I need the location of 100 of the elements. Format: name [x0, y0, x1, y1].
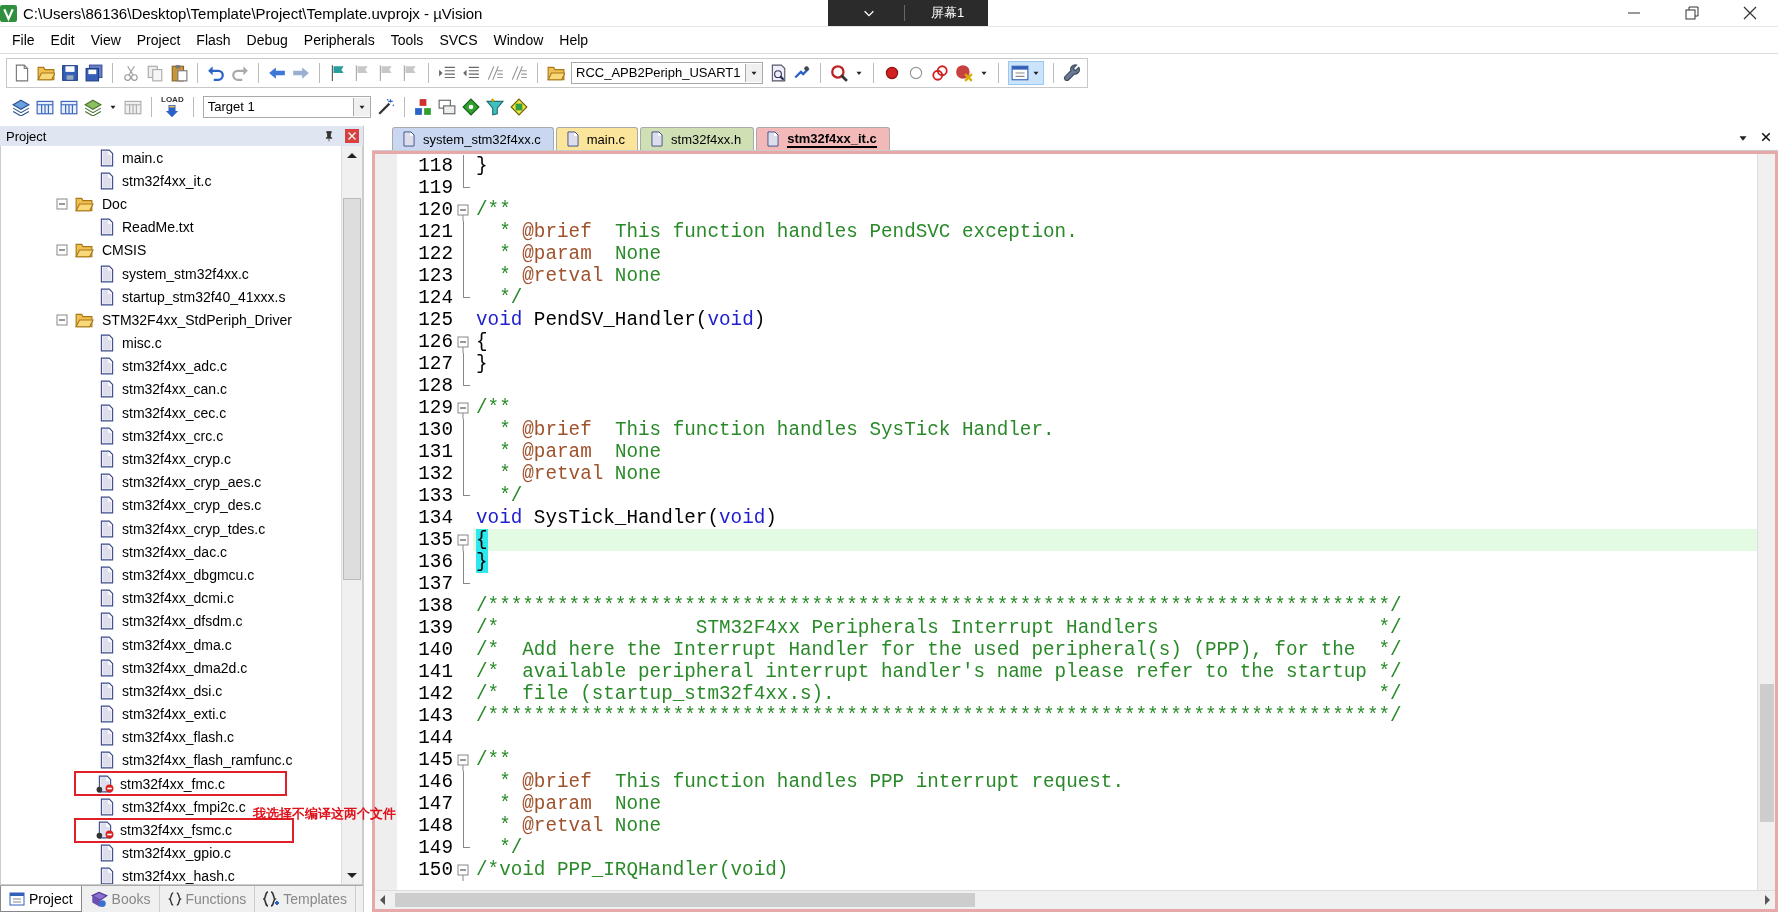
menu-item[interactable]: SVCS [431, 32, 486, 48]
menu-item[interactable]: Tools [382, 32, 432, 48]
file-icon [401, 131, 417, 147]
file-icon [98, 519, 116, 538]
file-tab[interactable]: system_stm32f4xx.c [392, 127, 554, 150]
tree-item[interactable]: stm32f4xx_cec.c [122, 404, 227, 421]
vertical-scrollbar[interactable] [1757, 154, 1775, 890]
panel-tab[interactable]: Project [0, 886, 82, 912]
line-number: 129 [417, 397, 453, 419]
uncomment-icon[interactable] [510, 63, 528, 82]
code-line: * @param None [498, 243, 663, 265]
funnel-icon[interactable] [485, 97, 504, 116]
line-number: 146 [417, 771, 453, 793]
tree-item[interactable]: stm32f4xx_hash.c [122, 868, 235, 884]
paste-icon[interactable] [170, 63, 188, 82]
comment-icon[interactable] [486, 63, 504, 82]
tree-item[interactable]: stm32f4xx_cryp_des.c [122, 497, 262, 514]
menu-item[interactable]: Window [485, 32, 552, 48]
restore-icon[interactable] [1684, 5, 1700, 21]
tree-item[interactable]: Doc [102, 195, 127, 212]
magic-wand-icon[interactable] [376, 97, 395, 116]
tree-item[interactable]: stm32f4xx_crc.c [122, 427, 224, 444]
download-button[interactable]: LOAD [161, 95, 184, 118]
menu-item[interactable]: Help [551, 32, 597, 48]
tree-item[interactable]: stm32f4xx_dsi.c [122, 682, 223, 699]
diamond-icon[interactable] [461, 97, 480, 116]
braces-icon [167, 891, 182, 907]
tree-item[interactable]: CMSIS [102, 242, 147, 259]
tree-item[interactable]: misc.c [122, 335, 162, 352]
close-icon[interactable] [1760, 131, 1772, 143]
file-tab[interactable]: stm32f4xx.h [640, 127, 755, 150]
code-line: /** [475, 749, 512, 771]
collapse-toggle-icon[interactable] [56, 197, 68, 210]
menu-item[interactable]: Edit [42, 32, 83, 48]
file-icon [98, 844, 116, 863]
menu-item[interactable]: View [82, 32, 129, 48]
undo-icon[interactable] [207, 63, 225, 82]
line-number: 120 [417, 199, 453, 221]
new-file-icon[interactable] [13, 63, 31, 82]
tree-item[interactable]: main.c [122, 149, 164, 166]
menu-item[interactable]: Project [128, 32, 189, 48]
template-braces-icon [263, 891, 280, 907]
file-tab[interactable]: stm32f4xx_it.c [756, 127, 890, 150]
menu-item[interactable]: Peripherals [295, 32, 383, 48]
tree-item[interactable]: stm32f4xx_dcmi.c [122, 590, 235, 607]
menu-item[interactable]: Debug [238, 32, 296, 48]
tree-item[interactable]: system_stm32f4xx.c [122, 265, 249, 282]
line-number: 128 [417, 375, 453, 397]
tree-item[interactable]: stm32f4xx_cryp_aes.c [122, 474, 262, 491]
panel-title: Project [6, 128, 48, 144]
window-title: C:\Users\86136\Desktop\Template\Project\Template.uvprojx - µVision [23, 4, 483, 22]
menu-item[interactable]: Flash [188, 32, 239, 48]
tree-item[interactable]: stm32f4xx_flash_ramfunc.c [122, 752, 293, 769]
tree-item[interactable]: ReadMe.txt [122, 219, 194, 236]
tree-item[interactable]: stm32f4xx_can.c [122, 381, 228, 398]
kill-breakpoints-icon[interactable] [954, 63, 973, 82]
line-number: 126 [417, 331, 453, 353]
tree-item[interactable]: stm32f4xx_dfsdm.c [122, 613, 243, 630]
tree-item[interactable]: stm32f4xx_exti.c [122, 706, 227, 723]
tree-item[interactable]: stm32f4xx_dac.c [122, 543, 228, 560]
menu-item[interactable]: File [4, 32, 43, 48]
tree-item[interactable]: stm32f4xx_cryp_tdes.c [122, 520, 266, 537]
stack-icon[interactable] [84, 97, 102, 116]
chip-icon[interactable] [509, 97, 528, 116]
stack-download-icon[interactable] [12, 97, 30, 116]
target-combo-box[interactable]: Target 1 [202, 95, 371, 118]
search-icon[interactable] [829, 63, 848, 82]
file-tab[interactable]: main.c [555, 127, 639, 150]
find-combo-box[interactable]: RCC_APB2Periph_USART1 [571, 61, 763, 84]
breakpoints-icon[interactable] [930, 63, 949, 82]
tree-item[interactable]: stm32f4xx_fsmc.c [120, 822, 233, 839]
close-icon[interactable] [1742, 5, 1758, 21]
tree-item[interactable]: stm32f4xx_dbgmcu.c [122, 566, 255, 583]
code-line: * @brief This function handles SysTick Handler. [498, 419, 1056, 441]
tree-item[interactable]: stm32f4xx_adc.c [122, 358, 228, 375]
tree-item[interactable]: startup_stm32f40_41xxx.s [122, 288, 286, 305]
window-layout-button[interactable] [1007, 60, 1044, 85]
code-line: */ [498, 287, 524, 309]
tree-item[interactable]: stm32f4xx_fmpi2c.c [122, 798, 246, 815]
tree-item[interactable]: stm32f4xx_dma.c [122, 636, 232, 653]
file-icon [98, 380, 116, 399]
wrench-icon[interactable] [1062, 63, 1081, 82]
collapse-toggle-icon[interactable] [56, 244, 68, 257]
tree-item[interactable]: stm32f4xx_fmc.c [120, 775, 226, 792]
line-number: 136 [417, 551, 453, 573]
windows-icon[interactable] [437, 97, 456, 116]
pin-icon[interactable] [323, 130, 335, 142]
tree-item[interactable]: stm32f4xx_flash.c [122, 729, 235, 746]
save-all-icon[interactable] [85, 63, 103, 82]
screen-share-label[interactable]: 屏幕1 [931, 4, 965, 22]
tree-item[interactable]: stm32f4xx_cryp.c [122, 451, 231, 468]
tree-item[interactable]: stm32f4xx_gpio.c [122, 845, 231, 862]
tree-item[interactable]: STM32F4xx_StdPeriph_Driver [102, 311, 292, 328]
cut-icon[interactable] [122, 63, 140, 82]
colored-boxes-icon[interactable] [413, 97, 432, 116]
save-icon[interactable] [61, 63, 79, 82]
tree-item[interactable]: stm32f4xx_dma2d.c [122, 659, 248, 676]
collapse-toggle-icon[interactable] [56, 313, 68, 326]
horizontal-scrollbar[interactable] [375, 890, 1775, 909]
tree-item[interactable]: stm32f4xx_it.c [122, 172, 212, 189]
